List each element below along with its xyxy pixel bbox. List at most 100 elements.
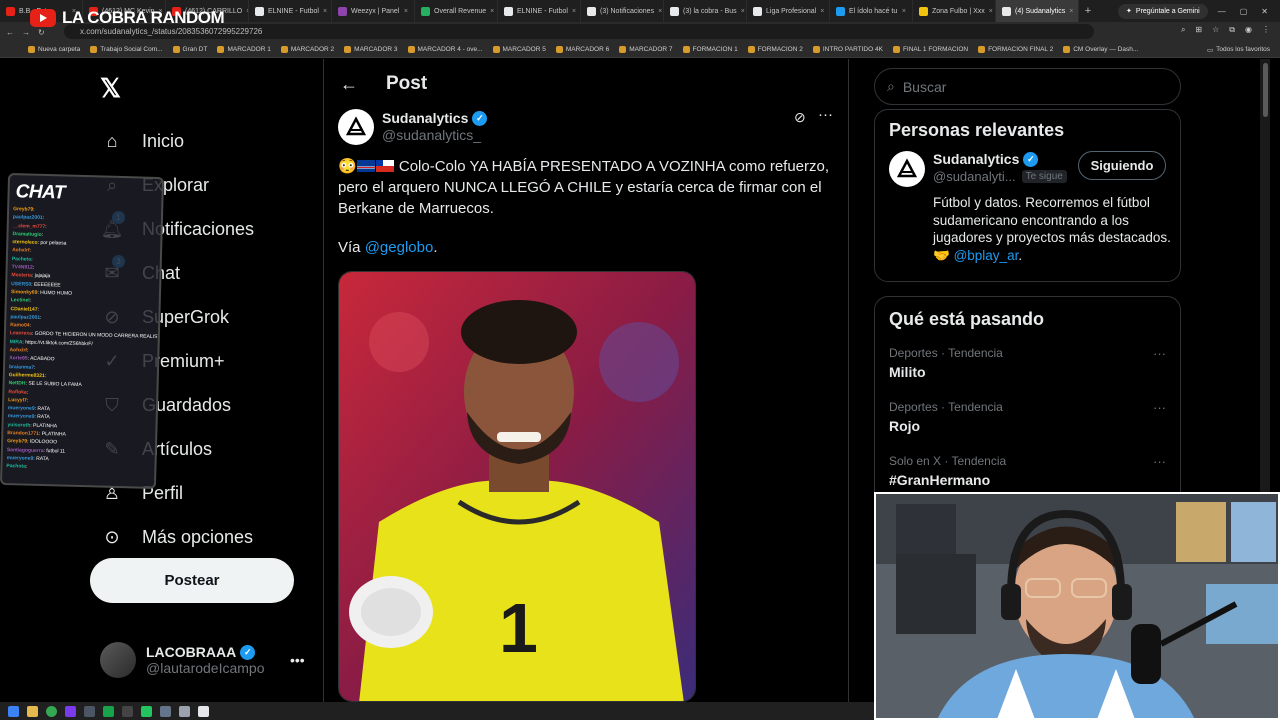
tab-label: ELNINE - Futbol <box>517 7 568 15</box>
app-icon[interactable] <box>84 705 95 717</box>
bookmark-item[interactable]: INTRO PARTIDO 4K <box>812 46 883 53</box>
bookmark-icon <box>812 46 820 53</box>
post-button[interactable]: Postear <box>90 558 294 603</box>
author-handle[interactable]: @sudanalytics_ <box>382 127 487 143</box>
all-bookmarks[interactable]: ▭ Todos los favoritos <box>1207 46 1270 54</box>
bookmark-item[interactable]: MARCADOR 5 <box>492 46 546 53</box>
browser-tab[interactable]: (4) Sudanalytics × <box>996 0 1079 22</box>
back-icon[interactable]: ← <box>6 28 14 37</box>
post-image[interactable]: 1 <box>338 271 696 702</box>
bookmark-item[interactable]: MARCADOR 6 <box>555 46 609 53</box>
tab-close-icon[interactable]: × <box>572 8 576 15</box>
app-icon[interactable] <box>179 705 190 717</box>
avatar[interactable] <box>889 151 925 187</box>
tab-close-icon[interactable]: × <box>404 8 408 15</box>
tab-close-icon[interactable]: × <box>490 8 494 15</box>
x-logo-icon[interactable]: 𝕏 <box>100 73 121 104</box>
reload-icon[interactable]: ↻ <box>38 28 45 37</box>
search-input[interactable]: ⌕ Buscar <box>874 68 1181 105</box>
tab-close-icon[interactable]: × <box>989 8 993 15</box>
tab-close-icon[interactable]: × <box>1069 8 1073 15</box>
relevant-person[interactable]: Sudanalytics ✓ @sudanalyti... Te sigue Fút… <box>875 151 1180 274</box>
trend-more-icon[interactable]: ··· <box>1153 400 1166 415</box>
author-avatar[interactable] <box>338 109 374 145</box>
trend-more-icon[interactable]: ··· <box>1153 346 1166 361</box>
new-tab-button[interactable]: + <box>1079 5 1097 17</box>
bookmark-item[interactable]: CM Overlay — Dash... <box>1063 46 1138 53</box>
chat-separator: : <box>42 215 45 222</box>
bookmark-item[interactable]: FORMACION 1 <box>682 46 738 53</box>
browser-tab[interactable]: (3) Notificaciones × <box>581 0 664 22</box>
bookmark-item[interactable]: FINAL 1 FORMACION <box>892 46 968 53</box>
bookmark-item[interactable]: MARCADOR 2 <box>280 46 334 53</box>
post-more-icon[interactable]: ··· <box>818 106 833 123</box>
windows-start-icon[interactable] <box>8 705 19 717</box>
account-more-icon[interactable]: ••• <box>290 652 305 668</box>
chat-username: Greyb79 <box>13 206 34 213</box>
bookmark-icon <box>978 46 986 53</box>
trend-item[interactable]: Deportes · Tendencia Rojo ··· <box>875 394 1180 448</box>
trend-more-icon[interactable]: ··· <box>1153 454 1166 469</box>
browser-tab[interactable]: (3) la cobra - Bus × <box>664 0 747 22</box>
bookmark-item[interactable]: MARCADOR 1 <box>217 46 271 53</box>
obs-icon[interactable] <box>122 705 133 717</box>
bookmark-item[interactable]: MARCADOR 3 <box>344 46 398 53</box>
tab-close-icon[interactable]: × <box>820 8 824 15</box>
bookmark-item[interactable]: MARCADOR 4 - ove... <box>407 46 483 53</box>
bio-link[interactable]: @bplay_ar <box>954 248 1019 263</box>
bookmarks-bar: Nueva carpeta Trabajo Social Com... Gran D… <box>0 42 1280 58</box>
chrome-icon[interactable] <box>46 705 57 717</box>
bookmark-item[interactable]: Gran DT <box>172 46 207 53</box>
tab-label: Liga Profesional <box>766 7 817 15</box>
app-icon[interactable] <box>65 705 76 717</box>
close-window-icon[interactable]: ✕ <box>1261 7 1268 16</box>
maximize-icon[interactable]: ▢ <box>1240 7 1248 16</box>
browser-tab[interactable]: Weezyx | Panel × <box>332 0 415 22</box>
app-icon[interactable] <box>160 705 171 717</box>
back-arrow-icon[interactable]: ← <box>340 74 358 95</box>
via-link[interactable]: @geglobo <box>365 239 434 256</box>
app-icon[interactable] <box>198 705 209 717</box>
main-column: ← Post Sudanalytics ✓ @sudanalytics_ ⊘ ··… <box>323 59 849 702</box>
trend-item[interactable]: Deportes · Tendencia Milito ··· <box>875 340 1180 394</box>
browser-tab[interactable]: Zona Fulbo | Xxx × <box>913 0 996 22</box>
minimize-icon[interactable]: — <box>1218 7 1226 16</box>
nav-item-más-opciones[interactable]: ⊙ Más opciones <box>100 515 254 559</box>
forward-icon[interactable]: → <box>22 28 30 37</box>
extensions-icon[interactable]: ⧉ <box>1229 25 1235 35</box>
following-button[interactable]: Siguiendo <box>1078 151 1166 180</box>
bookmark-item[interactable]: FORMACION 2 <box>747 46 803 53</box>
chat-title: CHAT <box>15 181 66 204</box>
profile-icon[interactable]: ◉ <box>1245 25 1252 35</box>
relevant-name[interactable]: Sudanalytics <box>933 151 1019 167</box>
author-name[interactable]: Sudanalytics <box>382 110 468 126</box>
tab-close-icon[interactable]: × <box>902 8 906 15</box>
app-icon[interactable] <box>103 705 114 717</box>
tab-close-icon[interactable]: × <box>323 8 327 15</box>
bookmark-star-icon[interactable]: ☆ <box>1212 25 1219 35</box>
tab-label: Zona Fulbo | Xxx <box>932 7 985 15</box>
tab-close-icon[interactable]: × <box>658 8 662 15</box>
nav-item-inicio[interactable]: ⌂ Inicio <box>100 119 254 163</box>
grok-icon[interactable]: ⊘ <box>794 109 806 126</box>
browser-tab[interactable]: Overall Revenue × <box>415 0 498 22</box>
bookmark-item[interactable]: FORMACION FINAL 2 <box>978 46 1053 53</box>
scrollbar-thumb[interactable] <box>1263 63 1268 117</box>
account-switcher[interactable]: LACOBRAAA ✓ @lautarodeIcampo <box>100 642 265 678</box>
bookmark-item[interactable]: Trabajo Social Com... <box>90 46 163 53</box>
app-icon[interactable] <box>141 705 152 717</box>
browser-tab[interactable]: El ídolo hacé tu × <box>830 0 913 22</box>
relevant-handle[interactable]: @sudanalyti... <box>933 169 1016 184</box>
browser-tab[interactable]: Liga Profesional × <box>747 0 830 22</box>
bookmark-item[interactable]: MARCADOR 7 <box>619 46 673 53</box>
file-explorer-icon[interactable] <box>27 705 38 717</box>
browser-tab[interactable]: ELNINE - Futbol × <box>498 0 581 22</box>
post-author[interactable]: Sudanalytics ✓ @sudanalytics_ <box>338 109 488 145</box>
menu-icon[interactable]: ⋮ <box>1262 25 1270 35</box>
tab-close-icon[interactable]: × <box>741 8 745 15</box>
install-icon[interactable]: ⊞ <box>1195 25 1202 35</box>
bookmark-item[interactable]: Nueva carpeta <box>28 46 80 53</box>
gemini-button[interactable]: ✦ Pregúntale a Gemini <box>1118 3 1208 19</box>
zoom-icon[interactable]: ⌕ <box>1181 25 1185 35</box>
browser-tab[interactable]: ELNINE - Futbol × <box>249 0 332 22</box>
